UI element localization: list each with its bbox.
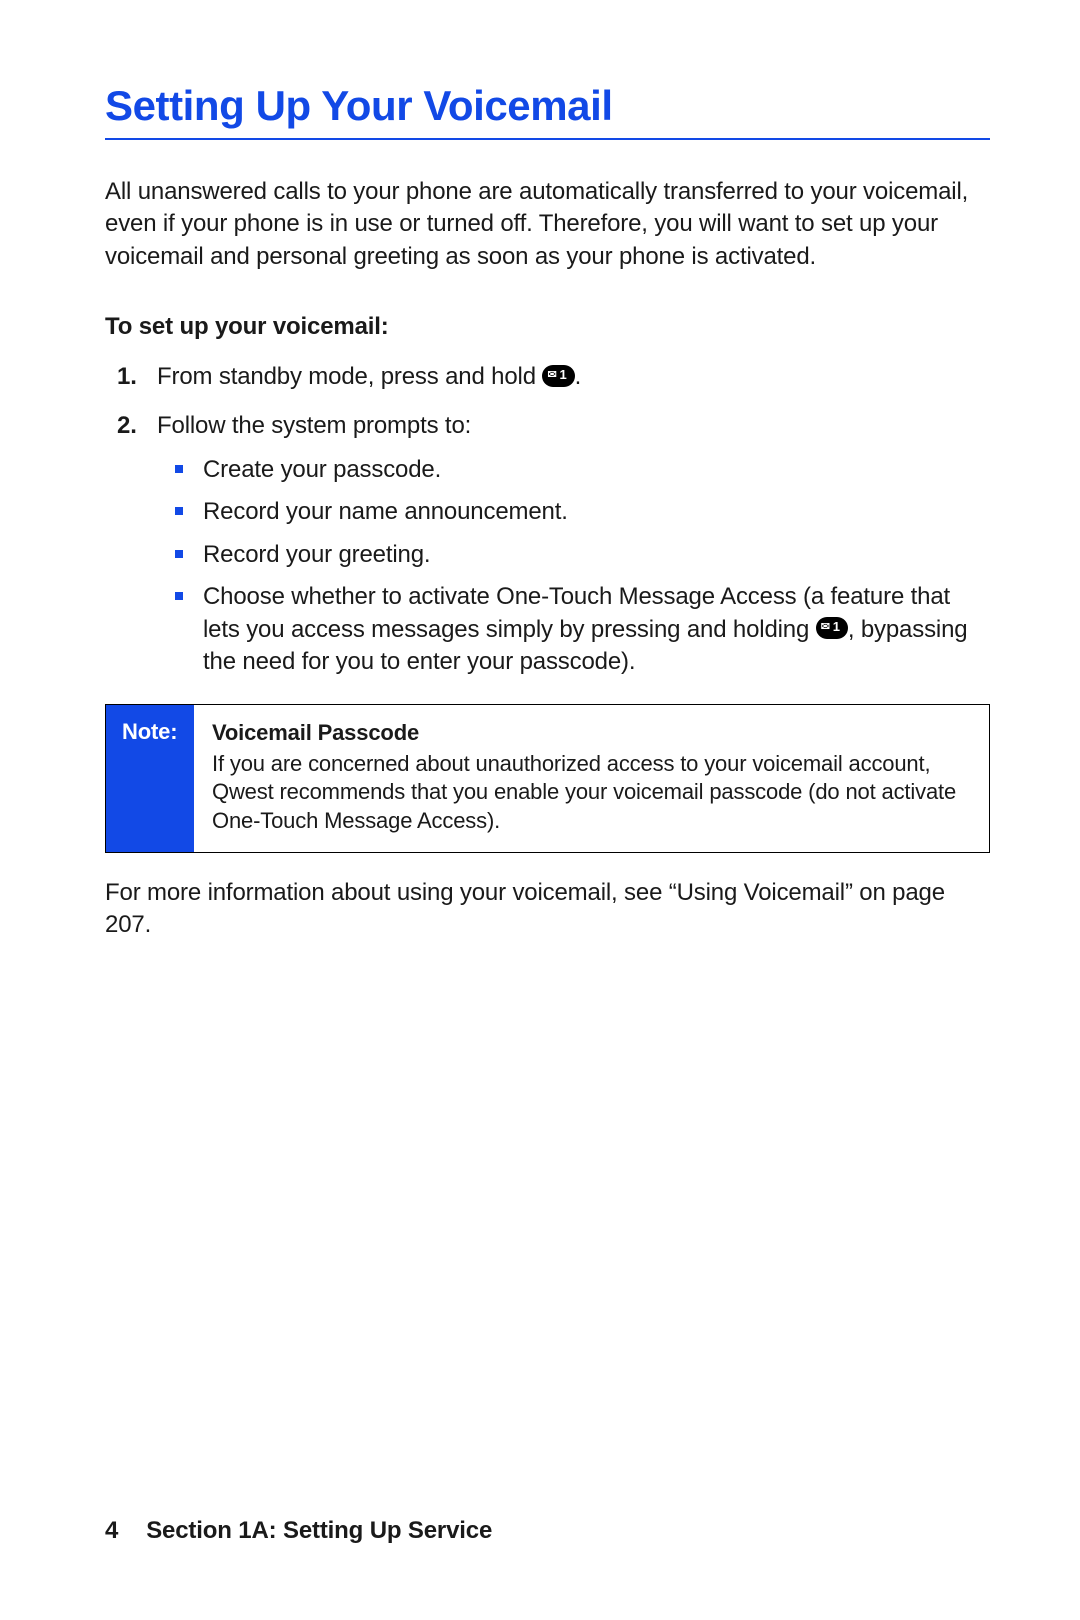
- note-box: Note: Voicemail Passcode If you are conc…: [105, 704, 990, 852]
- title-rule: [105, 138, 990, 140]
- step-2-lead: Follow the system prompts to:: [157, 412, 471, 439]
- step-1-text-post: .: [575, 363, 582, 390]
- key-1-icon: ✉1: [542, 365, 574, 387]
- note-text: If you are concerned about unauthorized …: [212, 751, 956, 833]
- bullet-passcode: Create your passcode.: [203, 454, 990, 486]
- steps-list: From standby mode, press and hold ✉1. Fo…: [105, 361, 990, 678]
- more-info: For more information about using your vo…: [105, 877, 990, 942]
- page-footer: 4 Section 1A: Setting Up Service: [105, 1517, 492, 1545]
- section-label: Section 1A: Setting Up Service: [146, 1517, 492, 1544]
- bullet-greeting: Record your greeting.: [203, 539, 990, 571]
- bullet-name: Record your name announcement.: [203, 496, 990, 528]
- subheading: To set up your voicemail:: [105, 313, 990, 341]
- page-number: 4: [105, 1517, 118, 1544]
- note-tab: Note:: [106, 705, 194, 851]
- document-page: Setting Up Your Voicemail All unanswered…: [0, 0, 1080, 1620]
- page-title: Setting Up Your Voicemail: [105, 82, 990, 130]
- note-body: Voicemail Passcode If you are concerned …: [194, 705, 989, 851]
- sub-bullets: Create your passcode. Record your name a…: [157, 454, 990, 678]
- step-2: Follow the system prompts to: Create you…: [157, 410, 990, 679]
- bullet-onetouch: Choose whether to activate One-Touch Mes…: [203, 581, 990, 678]
- intro-paragraph: All unanswered calls to your phone are a…: [105, 176, 990, 273]
- step-1-text-pre: From standby mode, press and hold: [157, 363, 542, 390]
- key-1-icon: ✉1: [816, 617, 848, 639]
- note-title: Voicemail Passcode: [212, 719, 969, 748]
- step-1: From standby mode, press and hold ✉1.: [157, 361, 990, 393]
